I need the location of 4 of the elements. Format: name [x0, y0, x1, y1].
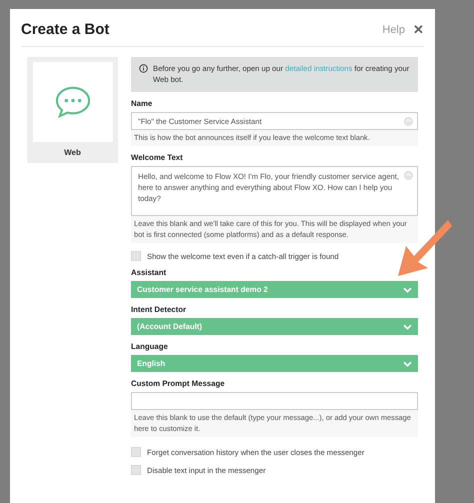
close-button[interactable]: ✕	[413, 18, 424, 37]
platform-card[interactable]: Web	[27, 57, 118, 163]
help-link[interactable]: Help	[382, 20, 405, 36]
dialog-title: Create a Bot	[21, 20, 110, 38]
